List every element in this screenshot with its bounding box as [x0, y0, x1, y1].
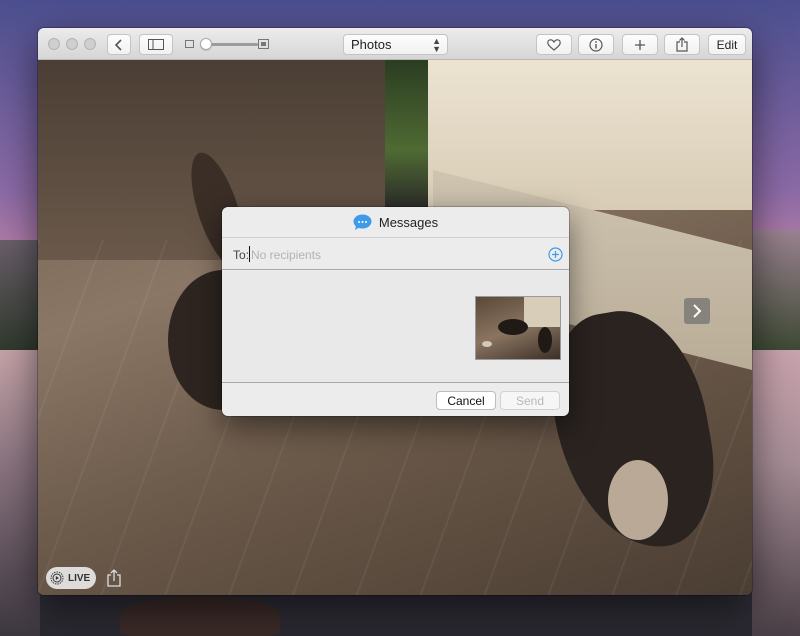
- edit-button[interactable]: Edit: [708, 34, 746, 55]
- chevron-left-icon: [114, 38, 122, 51]
- live-badge-label: LIVE: [68, 572, 91, 584]
- up-down-chevron-icon: ▲ ▼: [432, 36, 441, 54]
- send-button[interactable]: Send: [500, 391, 560, 410]
- info-button[interactable]: [578, 34, 614, 55]
- text-cursor: [249, 246, 250, 262]
- recipients-row: To:: [222, 239, 569, 270]
- heart-icon: [547, 38, 561, 51]
- photo-bunny-tail: [608, 460, 668, 540]
- share-live-icon[interactable]: [106, 568, 122, 588]
- close-window-button[interactable]: [48, 38, 60, 50]
- recipients-input[interactable]: [251, 245, 541, 265]
- desktop-rock: [120, 596, 280, 636]
- next-photo-button[interactable]: [684, 298, 710, 324]
- large-thumbnail-icon: [258, 39, 269, 49]
- live-photo-icon: [50, 571, 64, 585]
- live-photo-badge[interactable]: LIVE: [46, 567, 97, 589]
- messages-share-dialog: Messages To: Cancel Send: [222, 207, 569, 416]
- info-icon: [589, 37, 603, 52]
- messages-app-icon: [353, 214, 372, 230]
- plus-icon: [635, 39, 645, 50]
- toolbar: Photos ▲ ▼ Edit: [38, 28, 752, 60]
- thumb-bunny-body: [538, 327, 552, 353]
- view-select[interactable]: Photos ▲ ▼: [343, 34, 448, 55]
- small-thumbnail-icon: [185, 40, 194, 48]
- desktop-wallpaper-right: [752, 230, 800, 350]
- attached-photo-thumbnail: [475, 296, 561, 360]
- dialog-title: Messages: [378, 214, 439, 230]
- thumb-bunny: [498, 319, 528, 335]
- thumb-glow: [482, 341, 492, 347]
- zoom-window-button[interactable]: [84, 38, 96, 50]
- add-recipient-icon[interactable]: [548, 247, 563, 262]
- chevron-right-icon: [693, 304, 702, 318]
- desktop-lake-left: [0, 350, 40, 636]
- cancel-button[interactable]: Cancel: [436, 391, 496, 410]
- toggle-sidebar-button[interactable]: [139, 34, 173, 55]
- photo-detail: [385, 60, 433, 210]
- message-body[interactable]: [222, 271, 569, 383]
- favorite-button[interactable]: [536, 34, 572, 55]
- zoom-slider-track[interactable]: [208, 43, 258, 46]
- dialog-header: Messages: [222, 207, 569, 238]
- desktop-wallpaper-left: [0, 240, 40, 350]
- back-button[interactable]: [107, 34, 131, 55]
- add-button[interactable]: [622, 34, 658, 55]
- minimize-window-button[interactable]: [66, 38, 78, 50]
- share-button[interactable]: [664, 34, 700, 55]
- to-label: To:: [233, 248, 250, 262]
- share-icon: [676, 37, 688, 52]
- thumb-cabinet: [524, 297, 560, 327]
- desktop-lake-right: [752, 350, 800, 636]
- sidebar-icon: [148, 39, 164, 50]
- zoom-slider-knob[interactable]: [200, 38, 212, 50]
- view-select-label: Photos: [351, 37, 392, 52]
